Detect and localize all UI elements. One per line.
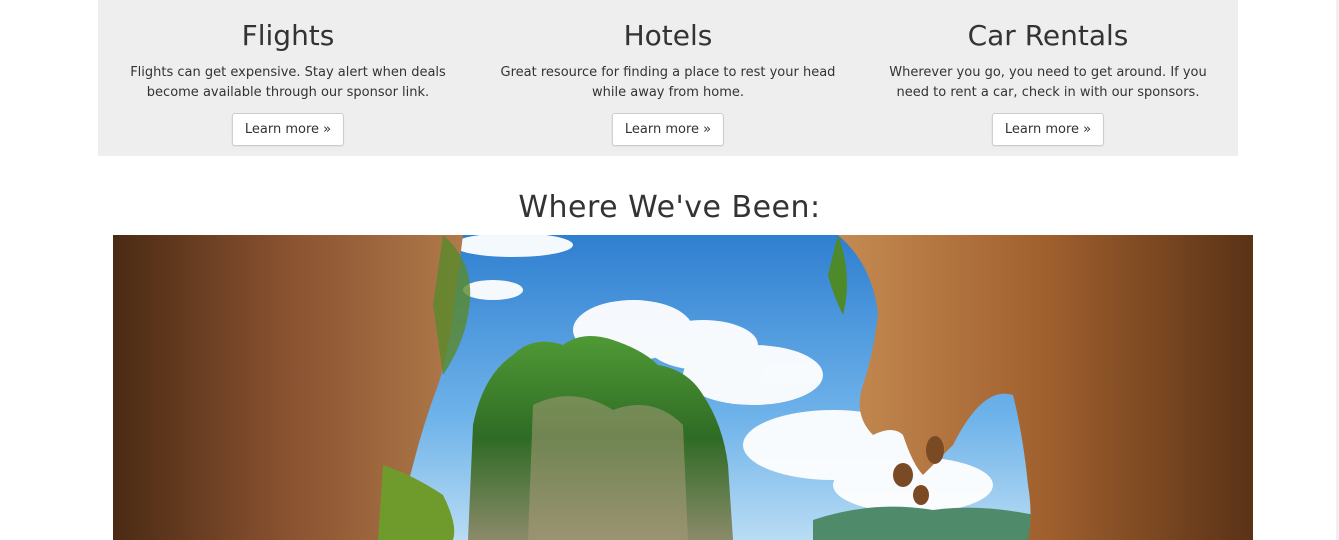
hotels-learn-more-button[interactable]: Learn more » — [611, 113, 725, 146]
service-description: Wherever you go, you need to get around.… — [889, 65, 1207, 100]
service-description: Great resource for finding a place to re… — [500, 65, 836, 100]
flights-learn-more-button[interactable]: Learn more » — [231, 113, 345, 146]
gallery-heading: Where We've Been: — [518, 190, 821, 225]
gallery-photo — [113, 235, 1253, 540]
service-title: Hotels — [623, 19, 713, 52]
service-description: Flights can get expensive. Stay alert wh… — [130, 65, 446, 100]
car-rentals-learn-more-button[interactable]: Learn more » — [991, 113, 1105, 146]
service-title: Flights — [241, 19, 335, 52]
services-panel: Flights Flights can get expensive. Stay … — [98, 0, 1238, 156]
service-title: Car Rentals — [967, 19, 1129, 52]
